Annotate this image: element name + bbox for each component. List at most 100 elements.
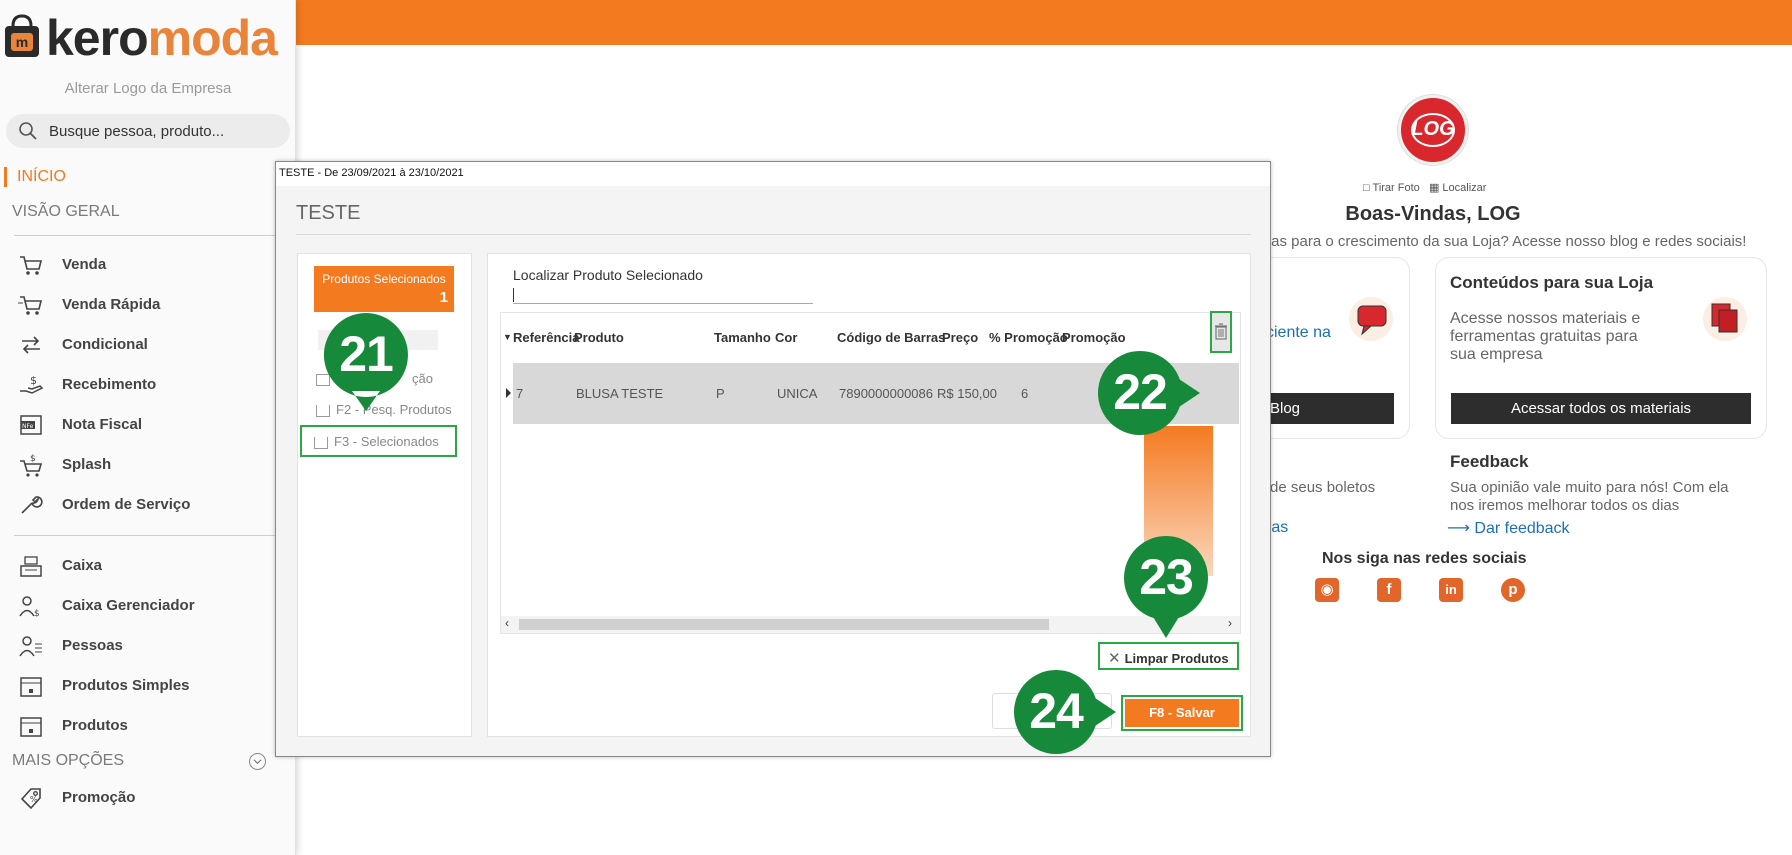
people-icon	[19, 636, 42, 657]
callout-number: 22	[1113, 364, 1168, 420]
blog-card-link[interactable]: ciente na	[1266, 324, 1331, 342]
access-materials-button[interactable]: Acessar todos os materiais	[1451, 393, 1751, 424]
top-bar	[296, 0, 1792, 45]
locate-photo-link[interactable]: Localizar	[1442, 182, 1486, 194]
social-title: Nos siga nas redes sociais	[1322, 550, 1527, 567]
nav-inicio[interactable]: INÍCIO	[4, 167, 66, 187]
divider	[296, 234, 1251, 235]
search-input[interactable]: Busque pessoa, produto...	[49, 123, 224, 140]
blog-button[interactable]: Blog	[1266, 393, 1394, 424]
avatar-text: LOG	[1411, 118, 1455, 140]
cell-codigo: 7890000000086	[839, 386, 933, 401]
content-card-title: Conteúdos para sua Loja	[1450, 273, 1654, 292]
sidebar-item-caixa[interactable]: Caixa	[0, 546, 296, 586]
col-codigo-barras[interactable]: Código de Barras	[837, 330, 945, 345]
sidebar-item-venda[interactable]: Venda	[0, 245, 296, 285]
sidebar-item-condicional[interactable]: Condicional	[0, 325, 296, 365]
modal-window-title: TESTE - De 23/09/2021 à 23/10/2021	[276, 162, 1270, 186]
cell-pct: 6	[1021, 386, 1029, 401]
divider	[14, 535, 296, 536]
svg-text:$: $	[30, 374, 37, 387]
chevron-right-icon[interactable]: ›	[1228, 616, 1232, 630]
delete-row-button[interactable]	[1210, 311, 1232, 353]
sidebar-item-label: Nota Fiscal	[62, 416, 143, 433]
save-button[interactable]: F8 - Salvar	[1121, 695, 1243, 731]
grid-header: ▼ Referência Produto Tamanho Cor Código …	[501, 326, 1240, 346]
svg-text:m: m	[16, 34, 28, 50]
cell-cor: UNICA	[777, 386, 818, 401]
more-options[interactable]: MAIS OPÇÕES	[12, 752, 124, 770]
modal-heading: TESTE	[296, 202, 361, 224]
col-produto[interactable]: Produto	[574, 330, 624, 345]
callout-marker-23: 23	[1122, 534, 1210, 638]
clear-products-button[interactable]: ✕ Limpar Produtos	[1098, 642, 1239, 670]
tag-icon: %	[20, 788, 41, 810]
feedback-title: Feedback	[1450, 452, 1529, 471]
sidebar-item-recebimento[interactable]: $ Recebimento	[0, 365, 296, 405]
option-label: F3 - Selecionados	[334, 434, 439, 449]
sidebar-item-label: Venda Rápida	[62, 296, 161, 313]
col-cor[interactable]: Cor	[775, 330, 797, 345]
row-expand-icon[interactable]	[506, 388, 511, 398]
sidebar-item-label: Caixa	[62, 557, 103, 574]
sidebar-item-caixa-gerenciador[interactable]: $ Caixa Gerenciador	[0, 586, 296, 626]
welcome-title: Boas-Vindas, LOG	[1345, 203, 1521, 225]
save-button-label: F8 - Salvar	[1125, 699, 1239, 727]
sidebar-item-venda-r-pida[interactable]: Venda Rápida	[0, 285, 296, 325]
text-caret	[513, 288, 514, 302]
facebook-icon[interactable]: f	[1377, 578, 1401, 602]
sort-down-icon[interactable]: ▼	[503, 332, 512, 342]
col-preco[interactable]: Preço	[942, 330, 978, 345]
sidebar-item-label: Condicional	[62, 336, 148, 353]
speech-bubble-icon	[1349, 297, 1393, 341]
option-label: ção	[412, 371, 433, 386]
sidebar-item-pessoas[interactable]: Pessoas	[0, 626, 296, 666]
sidebar-item-produtos[interactable]: Produtos	[0, 706, 296, 746]
feedback-link[interactable]: ⟶ Dar feedback	[1447, 518, 1570, 538]
col-tamanho[interactable]: Tamanho	[714, 330, 771, 345]
col-referencia[interactable]: Referência	[513, 330, 579, 345]
locate-product-label: Localizar Produto Selecionado	[513, 267, 703, 283]
chevron-left-icon[interactable]: ‹	[505, 616, 509, 630]
cart-swap-icon	[22, 336, 40, 354]
svg-text:$: $	[30, 454, 36, 464]
avatar[interactable]: LOG	[1398, 95, 1468, 165]
search-bar[interactable]: Busque pessoa, produto...	[6, 114, 290, 148]
close-icon: ✕	[1108, 650, 1121, 667]
sidebar-item-label: Ordem de Serviço	[62, 496, 191, 513]
alter-logo-link[interactable]: Alterar Logo da Empresa	[0, 80, 296, 97]
instagram-icon[interactable]: ◉	[1315, 578, 1339, 602]
cart-dollar-icon: $	[20, 454, 43, 477]
sidebar-item-splash[interactable]: $ Splash	[0, 445, 296, 485]
tips-text: dicas para o crescimento da sua Loja? Ac…	[1252, 233, 1747, 250]
camera-icon: □	[1363, 182, 1370, 194]
pinterest-icon[interactable]: p	[1501, 578, 1525, 602]
cell-preco: R$ 150,00	[937, 386, 997, 401]
arrow-right-icon: ⟶	[1447, 520, 1470, 537]
locate-product-input[interactable]	[513, 286, 813, 304]
sidebar-item-ordem-de-servi-o[interactable]: Ordem de Serviço	[0, 485, 296, 525]
callout-marker-21: 21	[322, 311, 410, 411]
clear-products-label: Limpar Produtos	[1124, 651, 1229, 666]
take-photo-link[interactable]: Tirar Foto	[1373, 182, 1420, 194]
callout-marker-24: 24	[1012, 668, 1116, 756]
sidebar-item-label: Splash	[62, 456, 112, 473]
nav-visao-geral[interactable]: VISÃO GERAL	[12, 203, 120, 221]
col-promocao[interactable]: Promoção	[1062, 330, 1126, 345]
feedback-link-label: Dar feedback	[1474, 520, 1570, 537]
sidebar-item-produtos-simples[interactable]: Produtos Simples	[0, 666, 296, 706]
sidebar-item-nota-fiscal[interactable]: NFe Nota Fiscal	[0, 405, 296, 445]
sidebar-item-label: Produtos	[62, 717, 128, 734]
col-pct-promocao[interactable]: % Promoção	[989, 330, 1068, 345]
person-cash-icon: $	[19, 596, 40, 618]
cash-register-icon	[20, 556, 42, 577]
nfe-icon: NFe	[20, 415, 42, 435]
brand-logo[interactable]: m keromoda	[4, 8, 294, 66]
scrollbar-thumb[interactable]	[519, 619, 1049, 630]
sidebar-item-promocao[interactable]: % Promoção	[0, 778, 296, 818]
brand-name: keromoda	[46, 10, 278, 66]
linkedin-icon[interactable]: in	[1439, 578, 1463, 602]
option-f3-selected[interactable]: F3 - Selecionados	[300, 425, 457, 457]
chevron-down-icon[interactable]	[249, 753, 266, 770]
sidebar-item-label: Promoção	[62, 789, 136, 806]
